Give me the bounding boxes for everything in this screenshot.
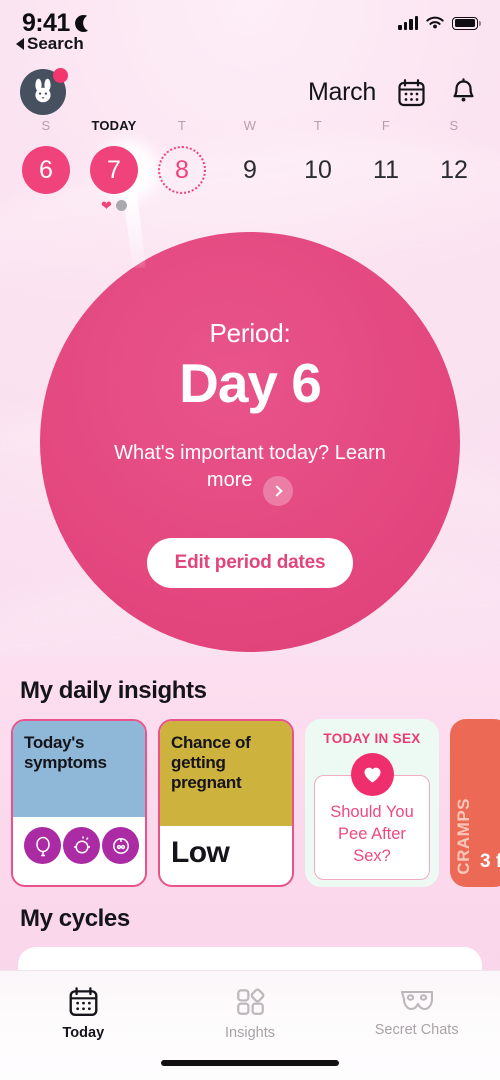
card-partial-text: 3 f [480,851,500,873]
weekday-labels: S TODAY T W T F S [0,118,500,133]
period-label: Period: [209,318,291,348]
header-actions: March [308,75,480,109]
app-screen: 9:41 Search March S TODAY T W T F S 6 7 … [0,0,500,1080]
card-title: Chance of getting pregnant [160,721,292,826]
day-cell[interactable]: 12 [420,146,488,211]
battery-full-icon [452,16,482,30]
day-number: 9 [243,155,257,184]
card-today-in-sex[interactable]: TODAY IN SEX Should You Pee After Sex? [305,719,439,887]
tab-label: Today [62,1025,105,1041]
bell-icon[interactable] [446,75,480,109]
day-number: 11 [373,155,399,184]
insights-title: My daily insights [20,677,207,704]
tab-bar: Today Insights Secret Chats [0,970,500,1080]
learn-more-text[interactable]: What's important today? Learn more [100,440,400,506]
tab-label: Secret Chats [374,1022,459,1038]
tab-secret-chats[interactable]: Secret Chats [333,985,500,1038]
avatar[interactable] [20,68,68,115]
month-label: March [308,77,376,106]
shapes-icon [236,988,264,1015]
back-to-search-link[interactable]: Search [16,34,84,54]
card-body [13,817,145,874]
moon-icon [75,15,92,32]
weekday-label: F [381,118,391,133]
tab-today[interactable]: Today [0,985,167,1041]
weekday-label-today: TODAY [91,118,137,133]
day-cell[interactable]: 10 [284,146,352,211]
day-number: 8 [158,146,206,194]
tab-insights[interactable]: Insights [167,985,334,1041]
day-cell[interactable]: 8 [148,146,216,211]
symptom-icons [24,827,139,864]
symptom-dot-icon [115,199,127,211]
back-to-search-label: Search [27,34,84,53]
day-markers: ❤ [101,197,127,213]
wifi-icon [426,16,444,28]
notification-dot [53,68,68,83]
cycles-title: My cycles [20,905,130,932]
day-number: 12 [440,155,468,184]
day-number: 7 [90,146,138,194]
weekday-label: W [243,118,257,133]
weekday-label: T [177,118,187,133]
symptom-bloating-icon[interactable] [63,827,100,864]
weekday-label: S [449,118,459,133]
symptom-cramps-icon[interactable] [24,827,61,864]
cellular-signal-icon [398,16,418,30]
day-number: 6 [22,146,70,194]
edit-period-dates-button[interactable]: Edit period dates [146,537,354,588]
tab-label: Insights [225,1025,275,1041]
day-cell[interactable]: 6 [12,146,80,211]
weekday-label: T [313,118,323,133]
chevron-right-icon[interactable] [263,475,294,506]
card-cramps[interactable]: CRAMPS 3 f [450,719,500,887]
weekday-label: S [41,118,51,133]
calendar-icon [69,987,98,1016]
symptom-flow-icon[interactable] [102,827,139,864]
period-status-circle[interactable]: Period: Day 6 What's important today? Le… [40,232,460,652]
back-triangle-icon [16,38,24,50]
mask-icon [400,990,433,1011]
heart-icon: ❤ [101,197,112,213]
status-bar-right [398,16,482,31]
period-day-value: Day 6 [179,352,322,414]
app-header: March [0,64,500,120]
learn-more-label: What's important today? Learn more [114,441,386,491]
day-cell-today[interactable]: 7 ❤ [80,146,148,213]
calendar-icon[interactable] [394,75,428,109]
insight-cards-scroller[interactable]: Today's symptoms Chance of getting pregn… [0,705,500,887]
card-vertical-label: CRAMPS [454,798,473,875]
card-title: TODAY IN SEX [323,731,421,746]
home-indicator [161,1060,339,1066]
card-value: Low [171,836,230,869]
day-cell[interactable]: 9 [216,146,284,211]
card-todays-symptoms[interactable]: Today's symptoms [11,719,147,887]
day-number: 10 [304,155,332,184]
card-chance-of-getting-pregnant[interactable]: Chance of getting pregnant Low [158,719,294,887]
day-cell[interactable]: 11 [352,146,420,211]
week-days: 6 7 ❤ 8 9 10 11 12 [0,146,500,213]
card-title: Today's symptoms [13,721,145,817]
heart-icon [350,753,394,796]
